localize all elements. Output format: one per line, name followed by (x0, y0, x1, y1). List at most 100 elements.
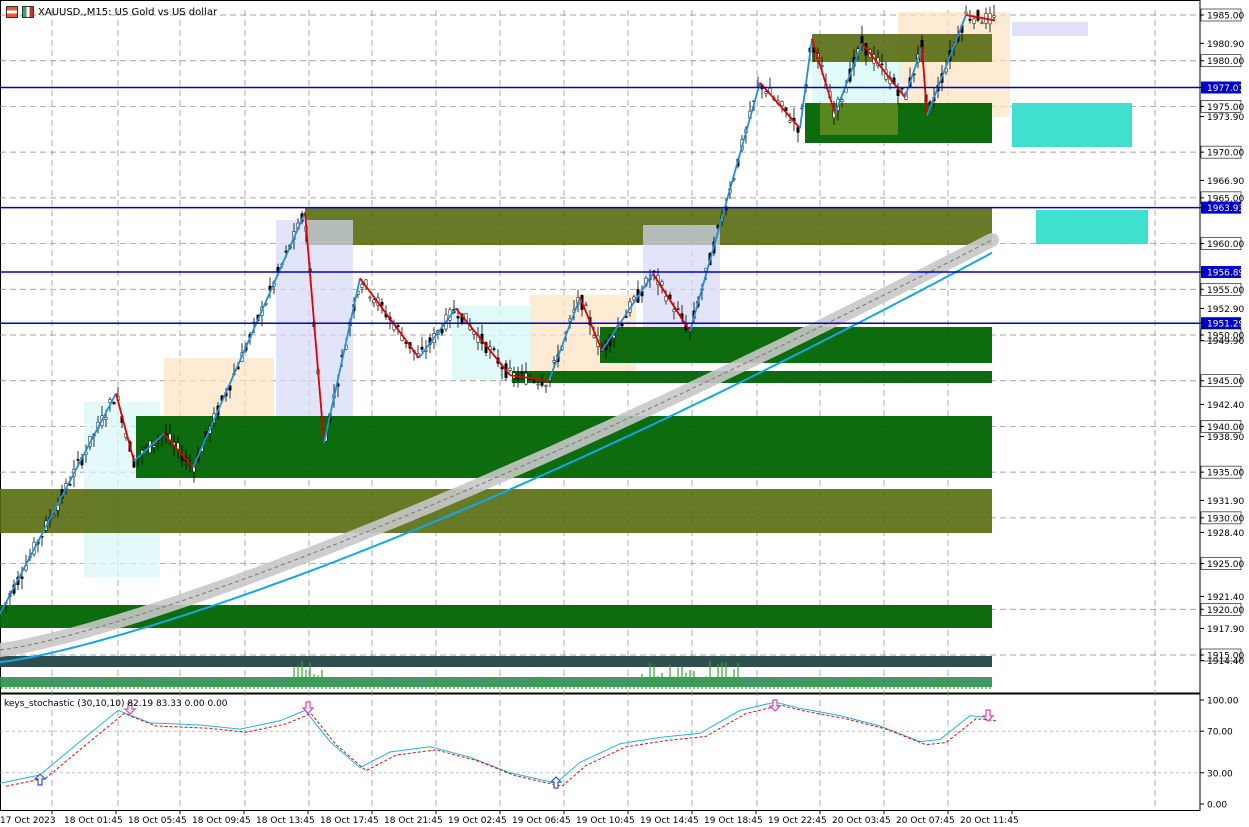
time-axis: 17 Oct 2023 18 Oct 01:45 18 Oct 05:45 18 Oc… (0, 810, 1019, 826)
zone (820, 103, 898, 135)
chart-title-text: XAUUSD.,M15: US Gold vs US dollar (38, 6, 218, 18)
sell-arrow-icon (768, 699, 782, 712)
zigzag-down-segment (359, 277, 420, 359)
buy-arrow-icon (549, 776, 563, 789)
candle-body (552, 360, 556, 363)
symbol-icon[interactable] (22, 6, 34, 18)
candle-body (964, 11, 968, 14)
price-axis-label: 1925.00 (1207, 560, 1244, 570)
zigzag-down-segment (759, 82, 801, 129)
candle-body (68, 484, 72, 486)
candle-body (788, 120, 792, 123)
stoch-axis-label: 100.00 (1207, 697, 1239, 707)
price-axis-label: 1931.90 (1207, 497, 1244, 507)
candle-body (520, 371, 524, 374)
price-axis-label: 1945.00 (1207, 377, 1244, 387)
candle-body (524, 373, 528, 385)
time-axis-label: 20 Oct 11:45 (960, 816, 1019, 826)
stoch-axis-label: 0.00 (1207, 801, 1227, 811)
time-axis-label: 20 Oct 07:45 (896, 816, 955, 826)
candle-body (104, 417, 108, 420)
price-axis-label: 1914.40 (1207, 657, 1244, 667)
price-axis-label: 1940.00 (1207, 423, 1244, 433)
price-axis-label: 1977.07 (1207, 84, 1244, 94)
candle-body (508, 367, 512, 371)
candle-body (672, 309, 676, 312)
time-axis-label: 17 Oct 2023 (0, 816, 56, 826)
price-axis-label: 1985.00 (1207, 12, 1244, 22)
price-axis-label: 1928.40 (1207, 529, 1244, 539)
candle-body (52, 515, 56, 517)
candle-body (992, 15, 996, 18)
chart-type-icon[interactable] (6, 6, 18, 18)
candle-body (380, 302, 384, 306)
zone (1012, 103, 1132, 147)
time-axis-label: 18 Oct 13:45 (256, 816, 315, 826)
time-axis-label: 18 Oct 17:45 (320, 816, 379, 826)
candle-body (492, 348, 496, 350)
candle-body (456, 316, 460, 319)
candle-body (536, 383, 540, 386)
candle-body (192, 466, 196, 473)
price-axis-label: 1980.90 (1207, 40, 1244, 50)
price-axis-label: 1949.90 (1207, 337, 1244, 347)
candle-body (612, 334, 616, 339)
candle-body (980, 22, 984, 24)
candle-body (396, 325, 400, 327)
candle-body (584, 304, 588, 307)
zone (643, 225, 720, 337)
candle-body (368, 296, 372, 299)
candle-body (544, 384, 548, 387)
candle-body (780, 101, 784, 106)
price-axis-label: 1975.00 (1207, 103, 1244, 113)
indicator-label: keys_stochastic (30,10,10) 82.19 83.33 0… (4, 699, 228, 709)
price-axis-label: 1920.00 (1207, 606, 1244, 616)
candle-body (764, 91, 768, 94)
price-axis-label: 1917.90 (1207, 625, 1244, 635)
time-axis-label: 20 Oct 03:45 (832, 816, 891, 826)
zone (0, 677, 992, 687)
candle-body (144, 446, 148, 449)
time-axis-label: 18 Oct 09:45 (192, 816, 251, 826)
candle-body (676, 308, 680, 310)
time-axis-label: 18 Oct 05:45 (128, 816, 187, 826)
price-axis-label: 1921.40 (1207, 593, 1244, 603)
price-axis: 1985.00 1980.90 1980.00 1977.07 1975.001973.… (1200, 8, 1244, 811)
stoch-axis-label: 30.00 (1207, 769, 1233, 779)
price-axis-label: 1973.90 (1207, 113, 1244, 123)
chart-title: XAUUSD.,M15: US Gold vs US dollar (6, 4, 217, 20)
supply-demand-zones (0, 12, 1148, 687)
price-axis-label: 1952.90 (1207, 305, 1244, 315)
time-axis-label: 19 Oct 02:45 (448, 816, 507, 826)
price-axis-label: 1980.00 (1207, 57, 1244, 67)
candle-body (532, 380, 536, 383)
time-axis-label: 18 Oct 01:45 (64, 816, 123, 826)
stochastic-panel (0, 699, 997, 789)
candle-body (664, 296, 668, 302)
price-axis-label: 1938.90 (1207, 433, 1244, 443)
candle-body (592, 335, 596, 338)
time-axis-label: 19 Oct 14:45 (640, 816, 699, 826)
stoch-main-line (0, 701, 991, 784)
candle-body (372, 299, 376, 304)
time-axis-label: 19 Oct 22:45 (768, 816, 827, 826)
candle-body (660, 281, 664, 286)
price-axis-label: 1960.00 (1207, 240, 1244, 250)
price-axis-label: 1942.40 (1207, 401, 1244, 411)
price-axis-label: 1935.00 (1207, 469, 1244, 479)
price-axis-label: 1956.89 (1207, 269, 1244, 279)
zone (812, 34, 992, 62)
zone (1036, 210, 1148, 244)
sell-arrow-icon (301, 701, 315, 714)
candle-body (360, 284, 364, 288)
zone (1012, 22, 1088, 36)
price-axis-label: 1955.00 (1207, 286, 1244, 296)
zone (898, 12, 1010, 117)
candle-body (76, 459, 80, 461)
time-axis-label: 19 Oct 10:45 (576, 816, 635, 826)
candle-body (112, 401, 116, 405)
price-axis-label: 1970.00 (1207, 149, 1244, 159)
time-axis-label: 18 Oct 21:45 (384, 816, 443, 826)
candle-body (880, 63, 884, 66)
price-axis-label: 1930.00 (1207, 514, 1244, 524)
